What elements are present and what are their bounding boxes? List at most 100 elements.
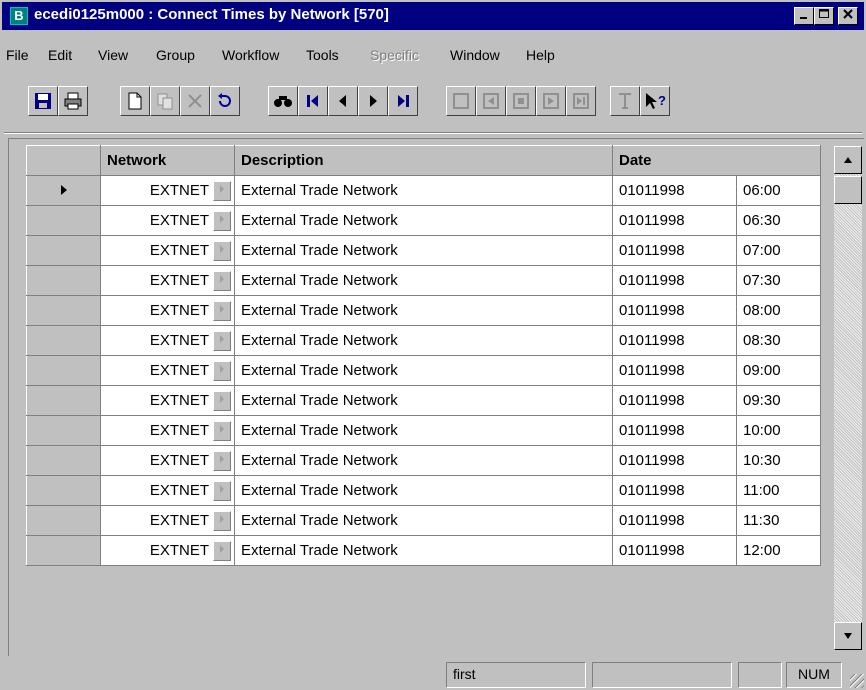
time-cell[interactable]: 12:00 — [736, 535, 821, 566]
table-row[interactable]: EXTNET External Trade Network 01011998 06:0… — [26, 175, 821, 206]
row-selector[interactable] — [26, 235, 101, 266]
description-cell[interactable]: External Trade Network — [234, 385, 613, 416]
text-button[interactable] — [610, 86, 640, 116]
time-cell[interactable]: 11:30 — [736, 505, 821, 536]
network-cell[interactable]: EXTNET — [100, 385, 235, 416]
vertical-scrollbar[interactable] — [834, 146, 862, 650]
row-selector[interactable] — [26, 325, 101, 356]
column-header-date[interactable]: Date — [612, 145, 821, 176]
next-record-button[interactable] — [358, 86, 388, 116]
table-row[interactable]: EXTNET External Trade Network 01011998 08:3… — [26, 325, 821, 356]
find-button[interactable] — [268, 86, 298, 116]
date-cell[interactable]: 01011998 — [612, 205, 737, 236]
zoom-button[interactable] — [213, 510, 231, 531]
network-cell[interactable]: EXTNET — [100, 325, 235, 356]
time-cell[interactable]: 08:00 — [736, 295, 821, 326]
zoom-button[interactable] — [213, 300, 231, 321]
date-cell[interactable]: 01011998 — [612, 445, 737, 476]
date-cell[interactable]: 01011998 — [612, 535, 737, 566]
menu-workflow[interactable]: Workflow — [222, 47, 279, 63]
date-cell[interactable]: 01011998 — [612, 175, 737, 206]
scroll-down-button[interactable] — [834, 622, 862, 650]
zoom-button[interactable] — [213, 420, 231, 441]
context-help-button[interactable]: ? — [640, 86, 670, 116]
menu-group[interactable]: Group — [156, 47, 195, 63]
date-cell[interactable]: 01011998 — [612, 385, 737, 416]
description-cell[interactable]: External Trade Network — [234, 505, 613, 536]
menu-help[interactable]: Help — [526, 47, 555, 63]
row-selector[interactable] — [26, 415, 101, 446]
column-header-description[interactable]: Description — [234, 145, 613, 176]
network-cell[interactable]: EXTNET — [100, 175, 235, 206]
date-cell[interactable]: 01011998 — [612, 475, 737, 506]
description-cell[interactable]: External Trade Network — [234, 175, 613, 206]
time-cell[interactable]: 06:30 — [736, 205, 821, 236]
description-cell[interactable]: External Trade Network — [234, 415, 613, 446]
zoom-button[interactable] — [213, 330, 231, 351]
network-cell[interactable]: EXTNET — [100, 295, 235, 326]
table-row[interactable]: EXTNET External Trade Network 01011998 07:0… — [26, 235, 821, 266]
network-cell[interactable]: EXTNET — [100, 475, 235, 506]
zoom-button[interactable] — [213, 360, 231, 381]
time-cell[interactable]: 07:30 — [736, 265, 821, 296]
table-row[interactable]: EXTNET External Trade Network 01011998 10:3… — [26, 445, 821, 476]
table-row[interactable]: EXTNET External Trade Network 01011998 10:0… — [26, 415, 821, 446]
column-header-network[interactable]: Network — [100, 145, 235, 176]
menu-tools[interactable]: Tools — [306, 47, 339, 63]
network-cell[interactable]: EXTNET — [100, 445, 235, 476]
close-button[interactable] — [838, 7, 858, 25]
network-cell[interactable]: EXTNET — [100, 205, 235, 236]
date-cell[interactable]: 01011998 — [612, 325, 737, 356]
description-cell[interactable]: External Trade Network — [234, 355, 613, 386]
description-cell[interactable]: External Trade Network — [234, 295, 613, 326]
time-cell[interactable]: 08:30 — [736, 325, 821, 356]
table-row[interactable]: EXTNET External Trade Network 01011998 11:0… — [26, 475, 821, 506]
menu-edit[interactable]: Edit — [48, 47, 72, 63]
zoom-button[interactable] — [213, 540, 231, 561]
zoom-button[interactable] — [213, 240, 231, 261]
row-selector[interactable] — [26, 205, 101, 236]
row-selector-header[interactable] — [26, 145, 101, 176]
print-button[interactable] — [58, 86, 88, 116]
copy-button[interactable] — [150, 86, 180, 116]
date-cell[interactable]: 01011998 — [612, 355, 737, 386]
row-selector[interactable] — [26, 475, 101, 506]
time-cell[interactable]: 07:00 — [736, 235, 821, 266]
row-selector[interactable] — [26, 295, 101, 326]
date-cell[interactable]: 01011998 — [612, 265, 737, 296]
table-row[interactable]: EXTNET External Trade Network 01011998 09:0… — [26, 355, 821, 386]
zoom-button[interactable] — [213, 480, 231, 501]
next-group-button[interactable] — [536, 86, 566, 116]
table-row[interactable]: EXTNET External Trade Network 01011998 08:0… — [26, 295, 821, 326]
zoom-button[interactable] — [213, 210, 231, 231]
row-selector[interactable] — [26, 505, 101, 536]
network-cell[interactable]: EXTNET — [100, 415, 235, 446]
row-selector[interactable] — [26, 175, 101, 206]
new-button[interactable] — [120, 86, 150, 116]
menu-specific[interactable]: Specific — [370, 47, 419, 63]
scroll-up-button[interactable] — [834, 146, 862, 174]
description-cell[interactable]: External Trade Network — [234, 475, 613, 506]
last-record-button[interactable] — [388, 86, 418, 116]
maximize-button[interactable] — [814, 7, 834, 25]
time-cell[interactable]: 06:00 — [736, 175, 821, 206]
minimize-button[interactable] — [794, 7, 814, 25]
menu-window[interactable]: Window — [450, 47, 500, 63]
description-cell[interactable]: External Trade Network — [234, 265, 613, 296]
menu-view[interactable]: View — [98, 47, 128, 63]
row-selector[interactable] — [26, 265, 101, 296]
previous-group-button[interactable] — [476, 86, 506, 116]
description-cell[interactable]: External Trade Network — [234, 445, 613, 476]
time-cell[interactable]: 10:00 — [736, 415, 821, 446]
network-cell[interactable]: EXTNET — [100, 535, 235, 566]
date-cell[interactable]: 01011998 — [612, 415, 737, 446]
resize-grip-icon[interactable] — [850, 674, 864, 688]
row-selector[interactable] — [26, 535, 101, 566]
table-row[interactable]: EXTNET External Trade Network 01011998 12:0… — [26, 535, 821, 566]
delete-button[interactable] — [180, 86, 210, 116]
time-cell[interactable]: 09:00 — [736, 355, 821, 386]
zoom-button[interactable] — [213, 450, 231, 471]
menu-file[interactable]: File — [6, 47, 29, 63]
network-cell[interactable]: EXTNET — [100, 355, 235, 386]
group-button[interactable] — [506, 86, 536, 116]
